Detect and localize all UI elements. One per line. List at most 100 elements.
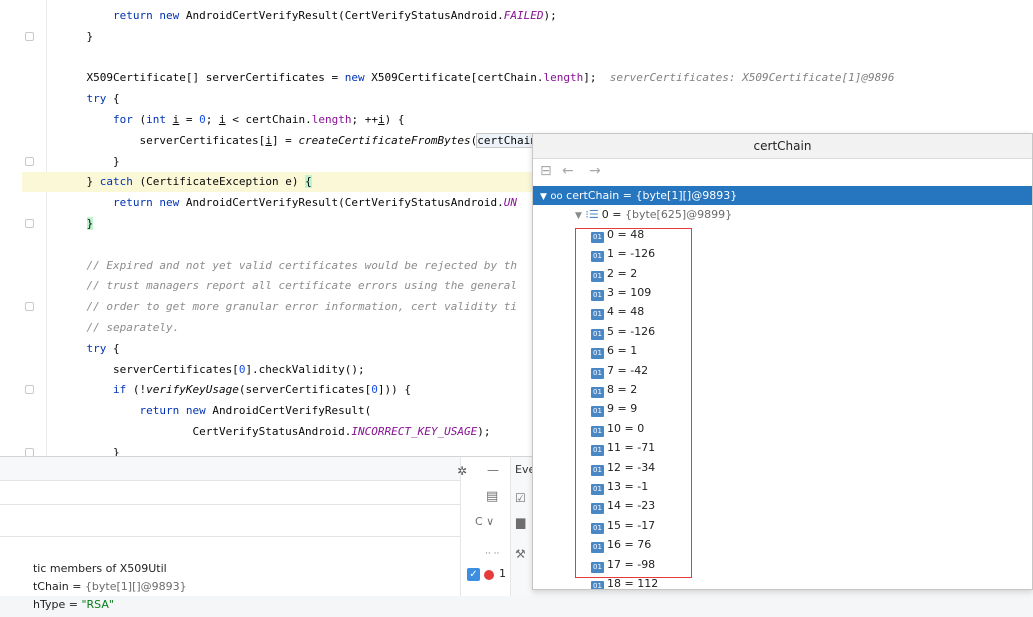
byte-element-row[interactable]: 01 0 = 48 <box>533 225 1032 244</box>
byte-element-row[interactable]: 01 18 = 112 <box>533 574 1032 590</box>
element-index: 4 <box>607 305 614 318</box>
restore-layout-icon[interactable]: ▤ <box>486 490 498 504</box>
primitive-field-icon: 01 <box>591 368 604 379</box>
byte-element-row[interactable]: 01 10 = 0 <box>533 419 1032 438</box>
element-index: 2 <box>607 267 614 280</box>
variable-tree: ▼ oo certChain = {byte[1][]@9893} ▼ ⁝☰ 0 … <box>533 186 1032 590</box>
fold-marker-icon[interactable] <box>25 302 34 311</box>
fold-marker-icon[interactable] <box>25 219 34 228</box>
code-token: ]; <box>583 71 610 84</box>
code-token: length <box>543 71 584 84</box>
byte-element-row[interactable]: 01 9 = 9 <box>533 399 1032 418</box>
element-value: -23 <box>637 499 656 512</box>
element-index: 6 <box>607 344 614 357</box>
byte-element-row[interactable]: 01 13 = -1 <box>533 477 1032 496</box>
element-value: -71 <box>637 441 656 454</box>
code-line[interactable]: // order to get more granular error info… <box>60 297 517 317</box>
code-token: } <box>86 217 94 230</box>
checklist-icon[interactable]: ☑ <box>515 491 526 505</box>
code-line[interactable]: try { <box>60 339 120 359</box>
code-line[interactable]: return new AndroidCertVerifyResult(CertV… <box>60 6 557 26</box>
code-token: certChain <box>476 133 538 148</box>
code-line[interactable]: return new AndroidCertVerifyResult( <box>60 401 371 421</box>
byte-element-row[interactable]: 01 17 = -98 <box>533 555 1032 574</box>
variable-row[interactable]: hType = "RSA" <box>12 578 114 611</box>
checkbox-checked[interactable]: ✓ <box>467 568 480 581</box>
pin-icon[interactable]: ⊟ <box>540 163 552 179</box>
code-line[interactable]: // separately. <box>60 318 180 338</box>
code-line[interactable]: // trust managers report all certificate… <box>60 276 517 296</box>
code-line[interactable]: if (!verifyKeyUsage(serverCertificates[0… <box>60 380 411 400</box>
byte-element-row[interactable]: 01 4 = 48 <box>533 302 1032 321</box>
variable-row[interactable]: tChain = {byte[1][]@9893} <box>12 560 187 593</box>
element-index: 7 <box>607 364 614 377</box>
byte-element-row[interactable]: 01 15 = -17 <box>533 516 1032 535</box>
gear-icon[interactable]: ✲ <box>457 464 467 478</box>
code-token: CertVerifyStatusAndroid. <box>60 425 352 438</box>
element-index: 11 <box>607 441 621 454</box>
byte-element-row[interactable]: 01 12 = -34 <box>533 458 1032 477</box>
element-value: -17 <box>637 519 656 532</box>
wrench-icon[interactable]: ⚒ <box>515 547 526 561</box>
primitive-field-icon: 01 <box>591 406 604 417</box>
code-line[interactable]: X509Certificate[] serverCertificates = n… <box>60 68 894 88</box>
element-value: -126 <box>630 247 656 260</box>
primitive-field-icon: 01 <box>591 271 604 282</box>
byte-element-row[interactable]: 01 2 = 2 <box>533 264 1032 283</box>
code-token: i <box>218 113 226 126</box>
byte-element-row[interactable]: 01 11 = -71 <box>533 438 1032 457</box>
fold-marker-icon[interactable] <box>25 32 34 41</box>
editor-gutter[interactable] <box>0 0 62 456</box>
primitive-field-icon: 01 <box>591 503 604 514</box>
byte-element-row[interactable]: 01 14 = -23 <box>533 496 1032 515</box>
byte-element-row[interactable]: 01 16 = 76 <box>533 535 1032 554</box>
element-value: 112 <box>637 577 659 590</box>
expand-toggle-icon[interactable]: ▼ <box>575 207 582 226</box>
fold-marker-icon[interactable] <box>25 385 34 394</box>
fold-marker-icon[interactable] <box>25 448 34 456</box>
code-line[interactable]: return new AndroidCertVerifyResult(CertV… <box>60 193 517 213</box>
code-token: { <box>113 342 120 355</box>
code-line[interactable]: for (int i = 0; i < certChain.length; ++… <box>60 110 404 130</box>
code-line[interactable]: try { <box>60 89 120 109</box>
tree-child-row[interactable]: ▼ ⁝☰ 0 = {byte[625]@9899} <box>533 205 1032 224</box>
code-token: AndroidCertVerifyResult( <box>212 404 372 417</box>
code-line[interactable]: } <box>60 27 93 47</box>
element-value: 9 <box>630 402 638 415</box>
code-line[interactable]: } <box>60 152 120 172</box>
certchain-inspector-popup[interactable]: certChain ⊟ ← → ▼ oo certChain = {byte[1… <box>532 133 1033 590</box>
minimize-button[interactable]: — <box>487 463 499 477</box>
trash-icon[interactable]: ▆ <box>516 515 525 529</box>
back-arrow-icon[interactable]: ← <box>562 163 574 179</box>
fold-marker-icon[interactable] <box>25 157 34 166</box>
code-line[interactable]: // Expired and not yet valid certificate… <box>60 256 517 276</box>
code-line[interactable]: } catch (CertificateException e) { <box>22 172 542 192</box>
byte-element-row[interactable]: 01 1 = -126 <box>533 244 1032 263</box>
byte-element-row[interactable]: 01 5 = -126 <box>533 322 1032 341</box>
element-value: -34 <box>637 461 656 474</box>
dropdown-button[interactable]: C ∨ <box>475 515 494 529</box>
tree-root-row[interactable]: ▼ oo certChain = {byte[1][]@9893} <box>533 186 1032 205</box>
element-value: 109 <box>630 286 652 299</box>
side-toolbar: Eve ☑ ▆ ⚒ <box>510 456 535 596</box>
byte-element-row[interactable]: 01 3 = 109 <box>533 283 1032 302</box>
code-line[interactable]: serverCertificates[0].checkValidity(); <box>60 360 365 380</box>
byte-element-row[interactable]: 01 6 = 1 <box>533 341 1032 360</box>
code-line[interactable]: CertVerifyStatusAndroid.INCORRECT_KEY_US… <box>60 422 490 442</box>
byte-element-row[interactable]: 01 8 = 2 <box>533 380 1032 399</box>
variable-value: "RSA" <box>81 598 114 611</box>
breakpoint-icon[interactable] <box>484 570 494 580</box>
code-token: } <box>60 446 120 456</box>
code-line[interactable]: } <box>60 443 120 456</box>
byte-element-row[interactable]: 01 7 = -42 <box>533 361 1032 380</box>
code-token: (serverCertificates[ <box>238 383 372 396</box>
forward-arrow-icon[interactable]: → <box>589 163 601 179</box>
primitive-field-icon: 01 <box>591 426 604 437</box>
code-line[interactable]: } <box>60 214 94 234</box>
primitive-field-icon: 01 <box>591 562 604 573</box>
static-members-row[interactable]: tic members of X509Util <box>12 542 167 575</box>
